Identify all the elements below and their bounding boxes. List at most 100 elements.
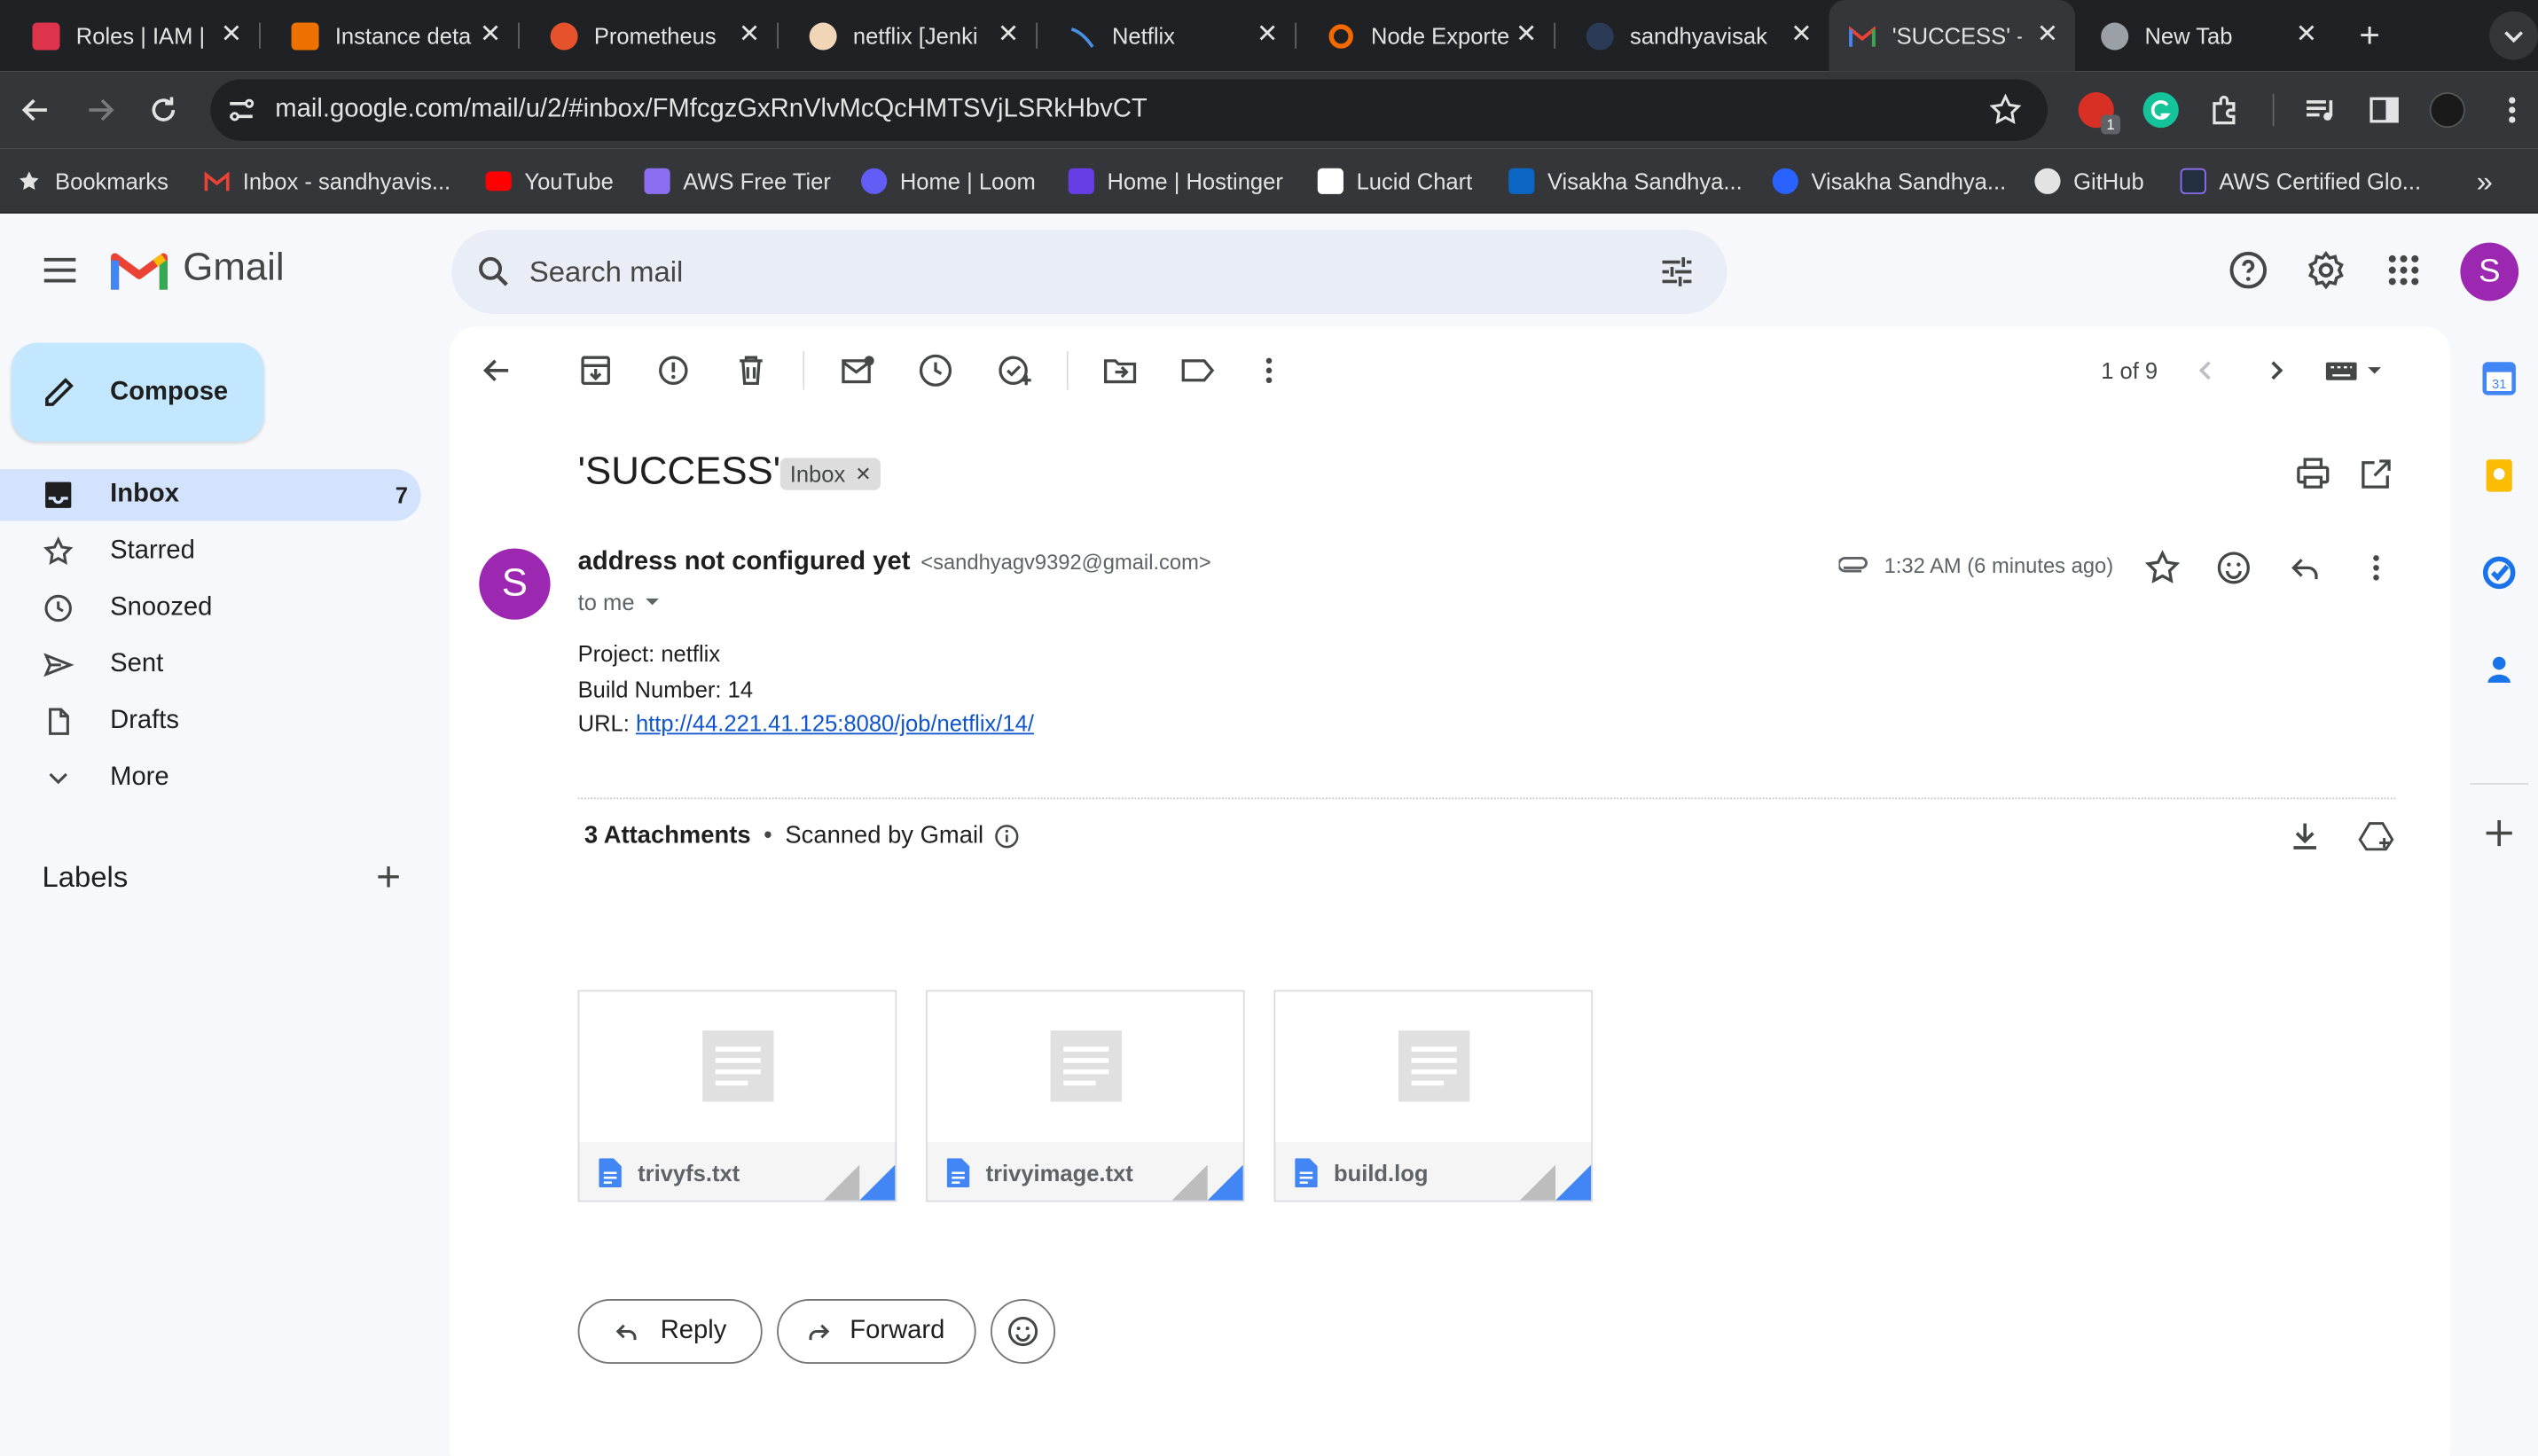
- media-controls-icon[interactable]: [2302, 90, 2341, 129]
- tab-node-exporter[interactable]: Node Exporte ✕: [1295, 0, 1554, 71]
- add-reaction-icon[interactable]: [2214, 548, 2253, 587]
- extensions-puzzle-icon[interactable]: [2206, 90, 2245, 129]
- recipients-toggle[interactable]: to me: [578, 589, 661, 614]
- bookmark-youtube[interactable]: YouTube: [485, 165, 614, 197]
- forward-button[interactable]: Forward: [777, 1299, 976, 1365]
- tab-search-button[interactable]: [2489, 11, 2538, 60]
- bookmark-github[interactable]: GitHub: [2034, 165, 2144, 197]
- add-label-icon[interactable]: [371, 859, 406, 895]
- grammarly-extension-icon[interactable]: [2142, 91, 2179, 129]
- mark-unread-icon[interactable]: [838, 351, 877, 390]
- tasks-icon[interactable]: [2473, 547, 2525, 599]
- google-apps-icon[interactable]: [2385, 251, 2424, 290]
- bookmark-inbox[interactable]: Inbox - sandhyavis...: [204, 165, 450, 197]
- bookmark-hostinger[interactable]: Home | Hostinger: [1068, 165, 1283, 197]
- older-chevron-icon[interactable]: [2256, 351, 2295, 390]
- close-tab-icon[interactable]: ✕: [2292, 21, 2322, 51]
- help-icon[interactable]: [2228, 249, 2269, 291]
- newer-chevron-icon[interactable]: [2187, 351, 2226, 390]
- move-to-icon[interactable]: [1101, 351, 1140, 390]
- settings-gear-icon[interactable]: [2305, 249, 2346, 291]
- side-panel-icon[interactable]: [2365, 90, 2404, 129]
- forward-arrow-icon[interactable]: [81, 90, 120, 129]
- back-to-inbox-icon[interactable]: [477, 351, 516, 390]
- search-icon[interactable]: [474, 253, 513, 292]
- tab-roles-iam[interactable]: Roles | IAM | ✕: [0, 0, 259, 71]
- search-bar[interactable]: Search mail: [451, 230, 1727, 314]
- search-input[interactable]: Search mail: [529, 255, 683, 289]
- delete-icon[interactable]: [732, 351, 771, 390]
- star-email-icon[interactable]: [2143, 548, 2182, 587]
- attachment-card[interactable]: trivyimage.txt: [926, 990, 1245, 1202]
- chrome-menu-icon[interactable]: [2493, 90, 2532, 129]
- tab-netflix[interactable]: Netflix ✕: [1036, 0, 1295, 71]
- tab-instance-details[interactable]: Instance deta ✕: [259, 0, 518, 71]
- reload-icon[interactable]: [144, 90, 183, 129]
- input-tools-keyboard-icon[interactable]: [2324, 357, 2389, 383]
- close-tab-icon[interactable]: ✕: [1787, 21, 1816, 51]
- report-spam-icon[interactable]: [654, 351, 693, 390]
- bookmark-aws-free-tier[interactable]: AWS Free Tier: [644, 165, 831, 197]
- compose-button[interactable]: Compose: [11, 342, 264, 442]
- bookmark-bookmarks[interactable]: Bookmarks: [16, 165, 168, 197]
- jenkins-job-link[interactable]: http://44.221.41.125:8080/job/netflix/14…: [636, 710, 1034, 736]
- tab-jenkins[interactable]: netflix [Jenki ✕: [777, 0, 1036, 71]
- tab-sandhyavisak[interactable]: sandhyavisak ✕: [1554, 0, 1829, 71]
- bookmark-loom[interactable]: Home | Loom: [861, 165, 1036, 197]
- account-avatar[interactable]: S: [2460, 242, 2519, 301]
- download-all-icon[interactable]: [2285, 817, 2324, 856]
- get-addons-plus-icon[interactable]: [2473, 807, 2525, 858]
- bookmark-hashnode[interactable]: Visakha Sandhya...: [1772, 165, 2006, 197]
- close-tab-icon[interactable]: ✕: [735, 21, 764, 51]
- tab-new-tab[interactable]: New Tab ✕: [2075, 0, 2334, 71]
- site-info-icon[interactable]: [227, 97, 256, 122]
- close-tab-icon[interactable]: ✕: [217, 21, 247, 51]
- keep-icon[interactable]: [2473, 450, 2525, 501]
- reply-icon[interactable]: [2285, 548, 2324, 587]
- inbox-label-chip[interactable]: Inbox ✕: [779, 458, 881, 490]
- close-tab-icon[interactable]: ✕: [1253, 21, 1282, 51]
- sidebar-item-snoozed[interactable]: Snoozed: [0, 583, 421, 634]
- info-icon[interactable]: [993, 823, 1019, 849]
- save-to-drive-icon[interactable]: [2357, 817, 2396, 856]
- close-tab-icon[interactable]: ✕: [994, 21, 1023, 51]
- address-bar[interactable]: mail.google.com/mail/u/2/#inbox/FMfcgzGx…: [210, 79, 2048, 141]
- archive-icon[interactable]: [576, 351, 615, 390]
- remove-label-icon[interactable]: ✕: [855, 458, 871, 489]
- bookmark-aws-certified[interactable]: AWS Certified Glo...: [2180, 165, 2421, 197]
- sidebar-item-more[interactable]: More: [0, 752, 421, 803]
- sidebar-item-starred[interactable]: Starred: [0, 526, 421, 577]
- more-bookmarks-icon[interactable]: »: [2477, 165, 2493, 199]
- calendar-icon[interactable]: 31: [2473, 353, 2525, 404]
- attachment-card[interactable]: trivyfs.txt: [577, 990, 897, 1202]
- snooze-icon[interactable]: [916, 351, 955, 390]
- search-options-icon[interactable]: [1657, 253, 1696, 292]
- bookmark-lucid-chart[interactable]: Lucid Chart: [1317, 165, 1472, 197]
- print-icon[interactable]: [2293, 455, 2332, 494]
- reply-button[interactable]: Reply: [577, 1299, 763, 1365]
- tab-prometheus[interactable]: Prometheus ✕: [518, 0, 777, 71]
- bookmark-star-icon[interactable]: [1987, 92, 2023, 128]
- sidebar-item-inbox[interactable]: Inbox 7: [0, 469, 421, 521]
- sidebar-item-sent[interactable]: Sent: [0, 639, 421, 691]
- label-tag-icon[interactable]: [1179, 351, 1218, 390]
- attachment-card[interactable]: build.log: [1273, 990, 1594, 1202]
- close-tab-icon[interactable]: ✕: [2033, 21, 2063, 51]
- more-actions-icon[interactable]: [1249, 351, 1289, 390]
- open-new-window-icon[interactable]: [2357, 455, 2396, 494]
- emoji-reaction-button[interactable]: [991, 1299, 1056, 1365]
- main-menu-icon[interactable]: [39, 249, 81, 291]
- adblock-extension-icon[interactable]: 1: [2078, 91, 2121, 135]
- new-tab-button[interactable]: +: [2350, 15, 2389, 55]
- profile-avatar-icon[interactable]: [2429, 91, 2465, 129]
- message-more-icon[interactable]: [2357, 548, 2396, 587]
- close-tab-icon[interactable]: ✕: [1512, 21, 1541, 51]
- bookmark-linkedin[interactable]: Visakha Sandhya...: [1508, 165, 1743, 197]
- close-tab-icon[interactable]: ✕: [476, 21, 505, 51]
- sidebar-item-drafts[interactable]: Drafts: [0, 696, 421, 748]
- add-to-tasks-icon[interactable]: [996, 351, 1035, 390]
- back-arrow-icon[interactable]: [16, 90, 55, 129]
- sender-avatar[interactable]: S: [479, 548, 551, 620]
- sender-name[interactable]: address not configured yet: [578, 548, 911, 575]
- contacts-icon[interactable]: [2473, 644, 2525, 695]
